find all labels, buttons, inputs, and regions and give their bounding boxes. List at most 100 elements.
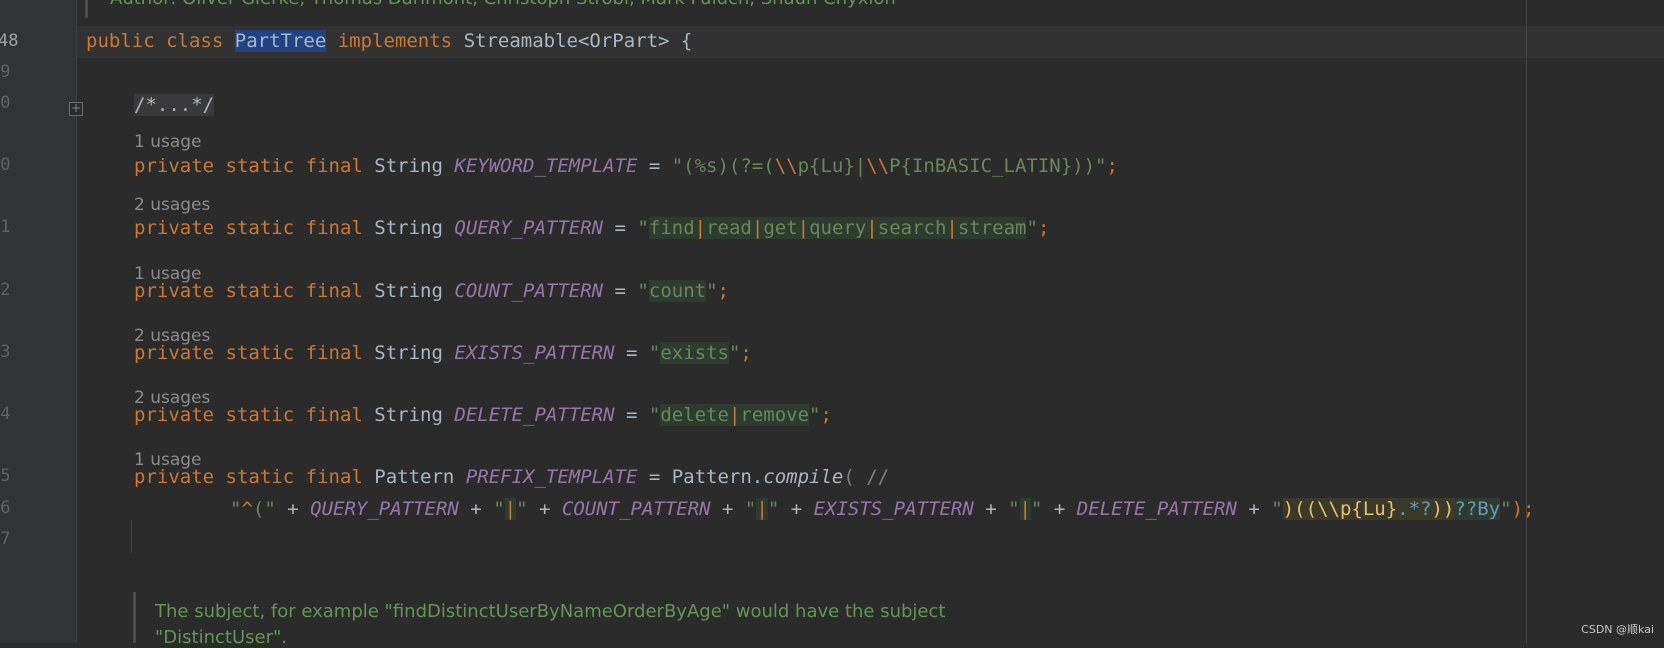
modifier: final — [305, 342, 363, 364]
modifier: private — [134, 466, 215, 488]
doc-comment-line: The subject, for example "findDistinctUs… — [155, 601, 946, 622]
line-number: 48 — [0, 31, 19, 51]
type-name: String — [374, 217, 443, 239]
usage-hint[interactable]: 1 usage — [134, 132, 202, 152]
modifier: private — [134, 404, 215, 426]
interface-name[interactable]: Streamable<OrPart> — [464, 30, 670, 52]
regex-token: find — [648, 217, 695, 239]
usage-hint[interactable]: 2 usages — [134, 195, 210, 215]
regex-quantifier: .*? — [1397, 498, 1432, 520]
regex-token: p{Lu} — [1339, 498, 1398, 520]
doc-comment-bar — [85, 0, 88, 18]
watermark: CSDN @顺kai — [1581, 623, 1654, 636]
regex-pipe: | — [756, 498, 768, 520]
code-editor[interactable]: 48 49 50 60 61 62 63 64 65 66 67 + Autho… — [0, 0, 1664, 648]
line-number: 49 — [0, 62, 11, 82]
modifier: final — [305, 466, 363, 488]
field-name: KEYWORD_TEMPLATE — [454, 155, 638, 177]
class-reference: Pattern. — [671, 466, 764, 488]
keyword: class — [166, 30, 224, 52]
doc-comment-bar — [133, 592, 136, 643]
modifier: static — [225, 155, 295, 177]
string-literal: "(%s)(?=( — [671, 155, 775, 177]
keyword: public — [86, 30, 155, 52]
field-name: QUERY_PATTERN — [310, 498, 459, 520]
regex-group: (( — [1294, 498, 1318, 520]
modifier: final — [305, 280, 363, 302]
expand-fold-icon[interactable]: + — [69, 102, 83, 116]
regex-token: ??By — [1454, 498, 1501, 520]
prefix-template-continuation[interactable]: "^(" + QUERY_PATTERN + "|" + COUNT_PATTE… — [230, 498, 1534, 520]
type-name: String — [374, 155, 443, 177]
escape-sequence: \\ — [1317, 498, 1340, 520]
regex-group: )) — [1431, 498, 1455, 520]
line-number: 67 — [0, 529, 11, 549]
regex-token: delete — [660, 404, 729, 426]
field-line-prefix-template[interactable]: private static final Pattern PREFIX_TEMP… — [134, 466, 889, 488]
string-literal: p{Lu}| — [797, 155, 867, 177]
doc-comment-line: "DistinctUser". — [155, 627, 287, 648]
line-number: 64 — [0, 404, 11, 424]
field-name: COUNT_PATTERN — [454, 280, 604, 302]
type-name: String — [374, 342, 443, 364]
line-number: 66 — [0, 498, 11, 518]
field-line-query-pattern[interactable]: private static final String QUERY_PATTER… — [134, 217, 1049, 239]
type-name: Pattern — [374, 466, 455, 488]
modifier: private — [134, 342, 215, 364]
field-line-delete-pattern[interactable]: private static final String DELETE_PATTE… — [134, 404, 832, 426]
escape-sequence: \\ — [774, 155, 798, 177]
line-comment: ( // — [843, 466, 890, 488]
line-number: 60 — [0, 155, 11, 175]
modifier: final — [305, 217, 363, 239]
field-name: EXISTS_PATTERN — [454, 342, 615, 364]
regex-token: query — [809, 217, 867, 239]
line-number: 62 — [0, 280, 11, 300]
escape-sequence: \\ — [866, 155, 890, 177]
modifier: static — [225, 280, 295, 302]
regex-token: stream — [957, 217, 1027, 239]
modifier: static — [225, 404, 295, 426]
regex-token: exists — [660, 342, 729, 364]
field-name: PREFIX_TEMPLATE — [465, 466, 638, 488]
modifier: private — [134, 280, 215, 302]
keyword: implements — [337, 30, 453, 52]
modifier: static — [225, 466, 295, 488]
brace: { — [680, 30, 693, 52]
field-line-exists-pattern[interactable]: private static final String EXISTS_PATTE… — [134, 342, 752, 364]
modifier: final — [305, 404, 363, 426]
field-name: COUNT_PATTERN — [561, 498, 711, 520]
right-margin-guide — [1526, 0, 1527, 643]
line-number: 65 — [0, 466, 11, 486]
regex-token: count — [648, 280, 707, 302]
modifier: private — [134, 155, 215, 177]
regex-token: get — [763, 217, 798, 239]
field-name: DELETE_PATTERN — [454, 404, 615, 426]
regex-pipe: | — [504, 498, 517, 520]
modifier: static — [225, 342, 295, 364]
modifier: static — [225, 217, 295, 239]
line-number: 63 — [0, 342, 11, 362]
string-literal: P{InBASIC_LATIN}))" — [889, 155, 1107, 177]
line-number-gutter[interactable]: 48 49 50 60 61 62 63 64 65 66 67 — [0, 0, 77, 643]
field-name: DELETE_PATTERN — [1076, 498, 1237, 520]
modifier: final — [305, 155, 363, 177]
regex-token: read — [706, 217, 752, 239]
modifier: private — [134, 217, 215, 239]
regex-pipe: | — [1019, 498, 1031, 520]
regex-token: remove — [740, 404, 810, 426]
line-number: 50 — [0, 93, 11, 113]
folded-comment[interactable]: /*...*/ — [134, 94, 215, 116]
type-name: String — [374, 280, 443, 302]
field-name: QUERY_PATTERN — [454, 217, 604, 239]
folded-comment-line[interactable]: /*...*/ — [134, 94, 215, 116]
method-call: compile — [763, 466, 844, 488]
regex-token: search — [877, 217, 947, 239]
field-name: EXISTS_PATTERN — [813, 498, 974, 520]
field-line-keyword-template[interactable]: private static final String KEYWORD_TEMP… — [134, 155, 1118, 177]
class-declaration-line[interactable]: public class PartTree implements Streama… — [86, 30, 692, 52]
field-line-count-pattern[interactable]: private static final String COUNT_PATTER… — [134, 280, 729, 302]
indent-guide — [131, 520, 132, 553]
line-number: 61 — [0, 217, 11, 237]
class-name-selected[interactable]: PartTree — [234, 30, 327, 52]
type-name: String — [374, 404, 443, 426]
